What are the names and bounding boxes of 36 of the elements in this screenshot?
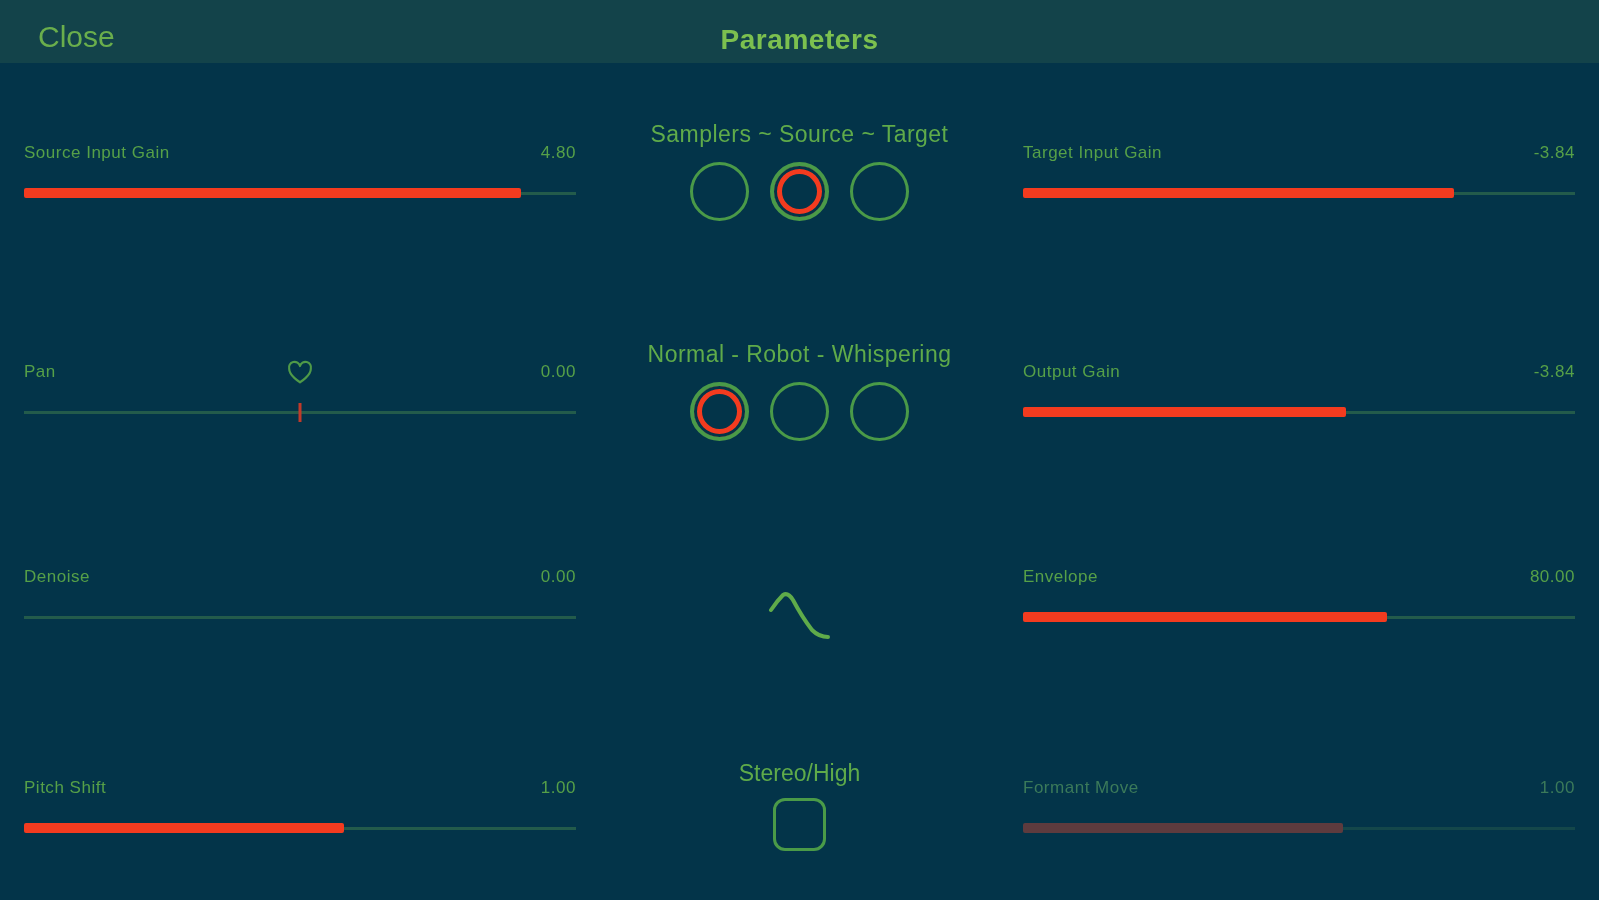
- slider-track[interactable]: [1023, 188, 1575, 198]
- radio-button[interactable]: [770, 382, 829, 441]
- slider-label: Output Gain: [1023, 362, 1121, 382]
- slider-label: Target Input Gain: [1023, 143, 1163, 163]
- slider-value: 4.80: [540, 143, 576, 163]
- slider-label: Formant Move: [1023, 778, 1139, 798]
- slider-value: 0.00: [540, 567, 576, 587]
- slider-value: 1.00: [1539, 778, 1575, 798]
- slider-track[interactable]: [1023, 823, 1575, 833]
- slider-value: 0.00: [540, 362, 576, 382]
- slider-label: Envelope: [1023, 567, 1098, 587]
- slider-track[interactable]: [1023, 407, 1575, 417]
- selector-title: Normal - Robot - Whispering: [647, 342, 952, 366]
- radio-button[interactable]: [850, 382, 909, 441]
- selector-title: Samplers ~ Source ~ Target: [650, 122, 949, 146]
- slider-label: Pitch Shift: [24, 778, 107, 798]
- radio-button[interactable]: [690, 162, 749, 221]
- curve-icon[interactable]: [768, 591, 831, 640]
- slider-value: 80.00: [1529, 567, 1575, 587]
- heart-icon: [287, 360, 313, 384]
- slider-value: -3.84: [1533, 362, 1575, 382]
- checkbox-label: Stereo/High: [738, 761, 861, 785]
- slider-value: -3.84: [1533, 143, 1575, 163]
- slider-label: Pan: [24, 362, 56, 382]
- radio-button[interactable]: [690, 382, 749, 441]
- radio-button[interactable]: [770, 162, 829, 221]
- slider-value: 1.00: [540, 778, 576, 798]
- slider-label: Denoise: [24, 567, 90, 587]
- header-title: Parameters: [720, 22, 879, 56]
- radio-button[interactable]: [850, 162, 909, 221]
- slider-label: Source Input Gain: [24, 143, 170, 163]
- slider-thumb[interactable]: [298, 403, 302, 422]
- checkbox[interactable]: [773, 798, 826, 851]
- close-button[interactable]: Close: [38, 19, 115, 56]
- slider-track[interactable]: [24, 823, 576, 833]
- slider-track[interactable]: [1023, 612, 1575, 622]
